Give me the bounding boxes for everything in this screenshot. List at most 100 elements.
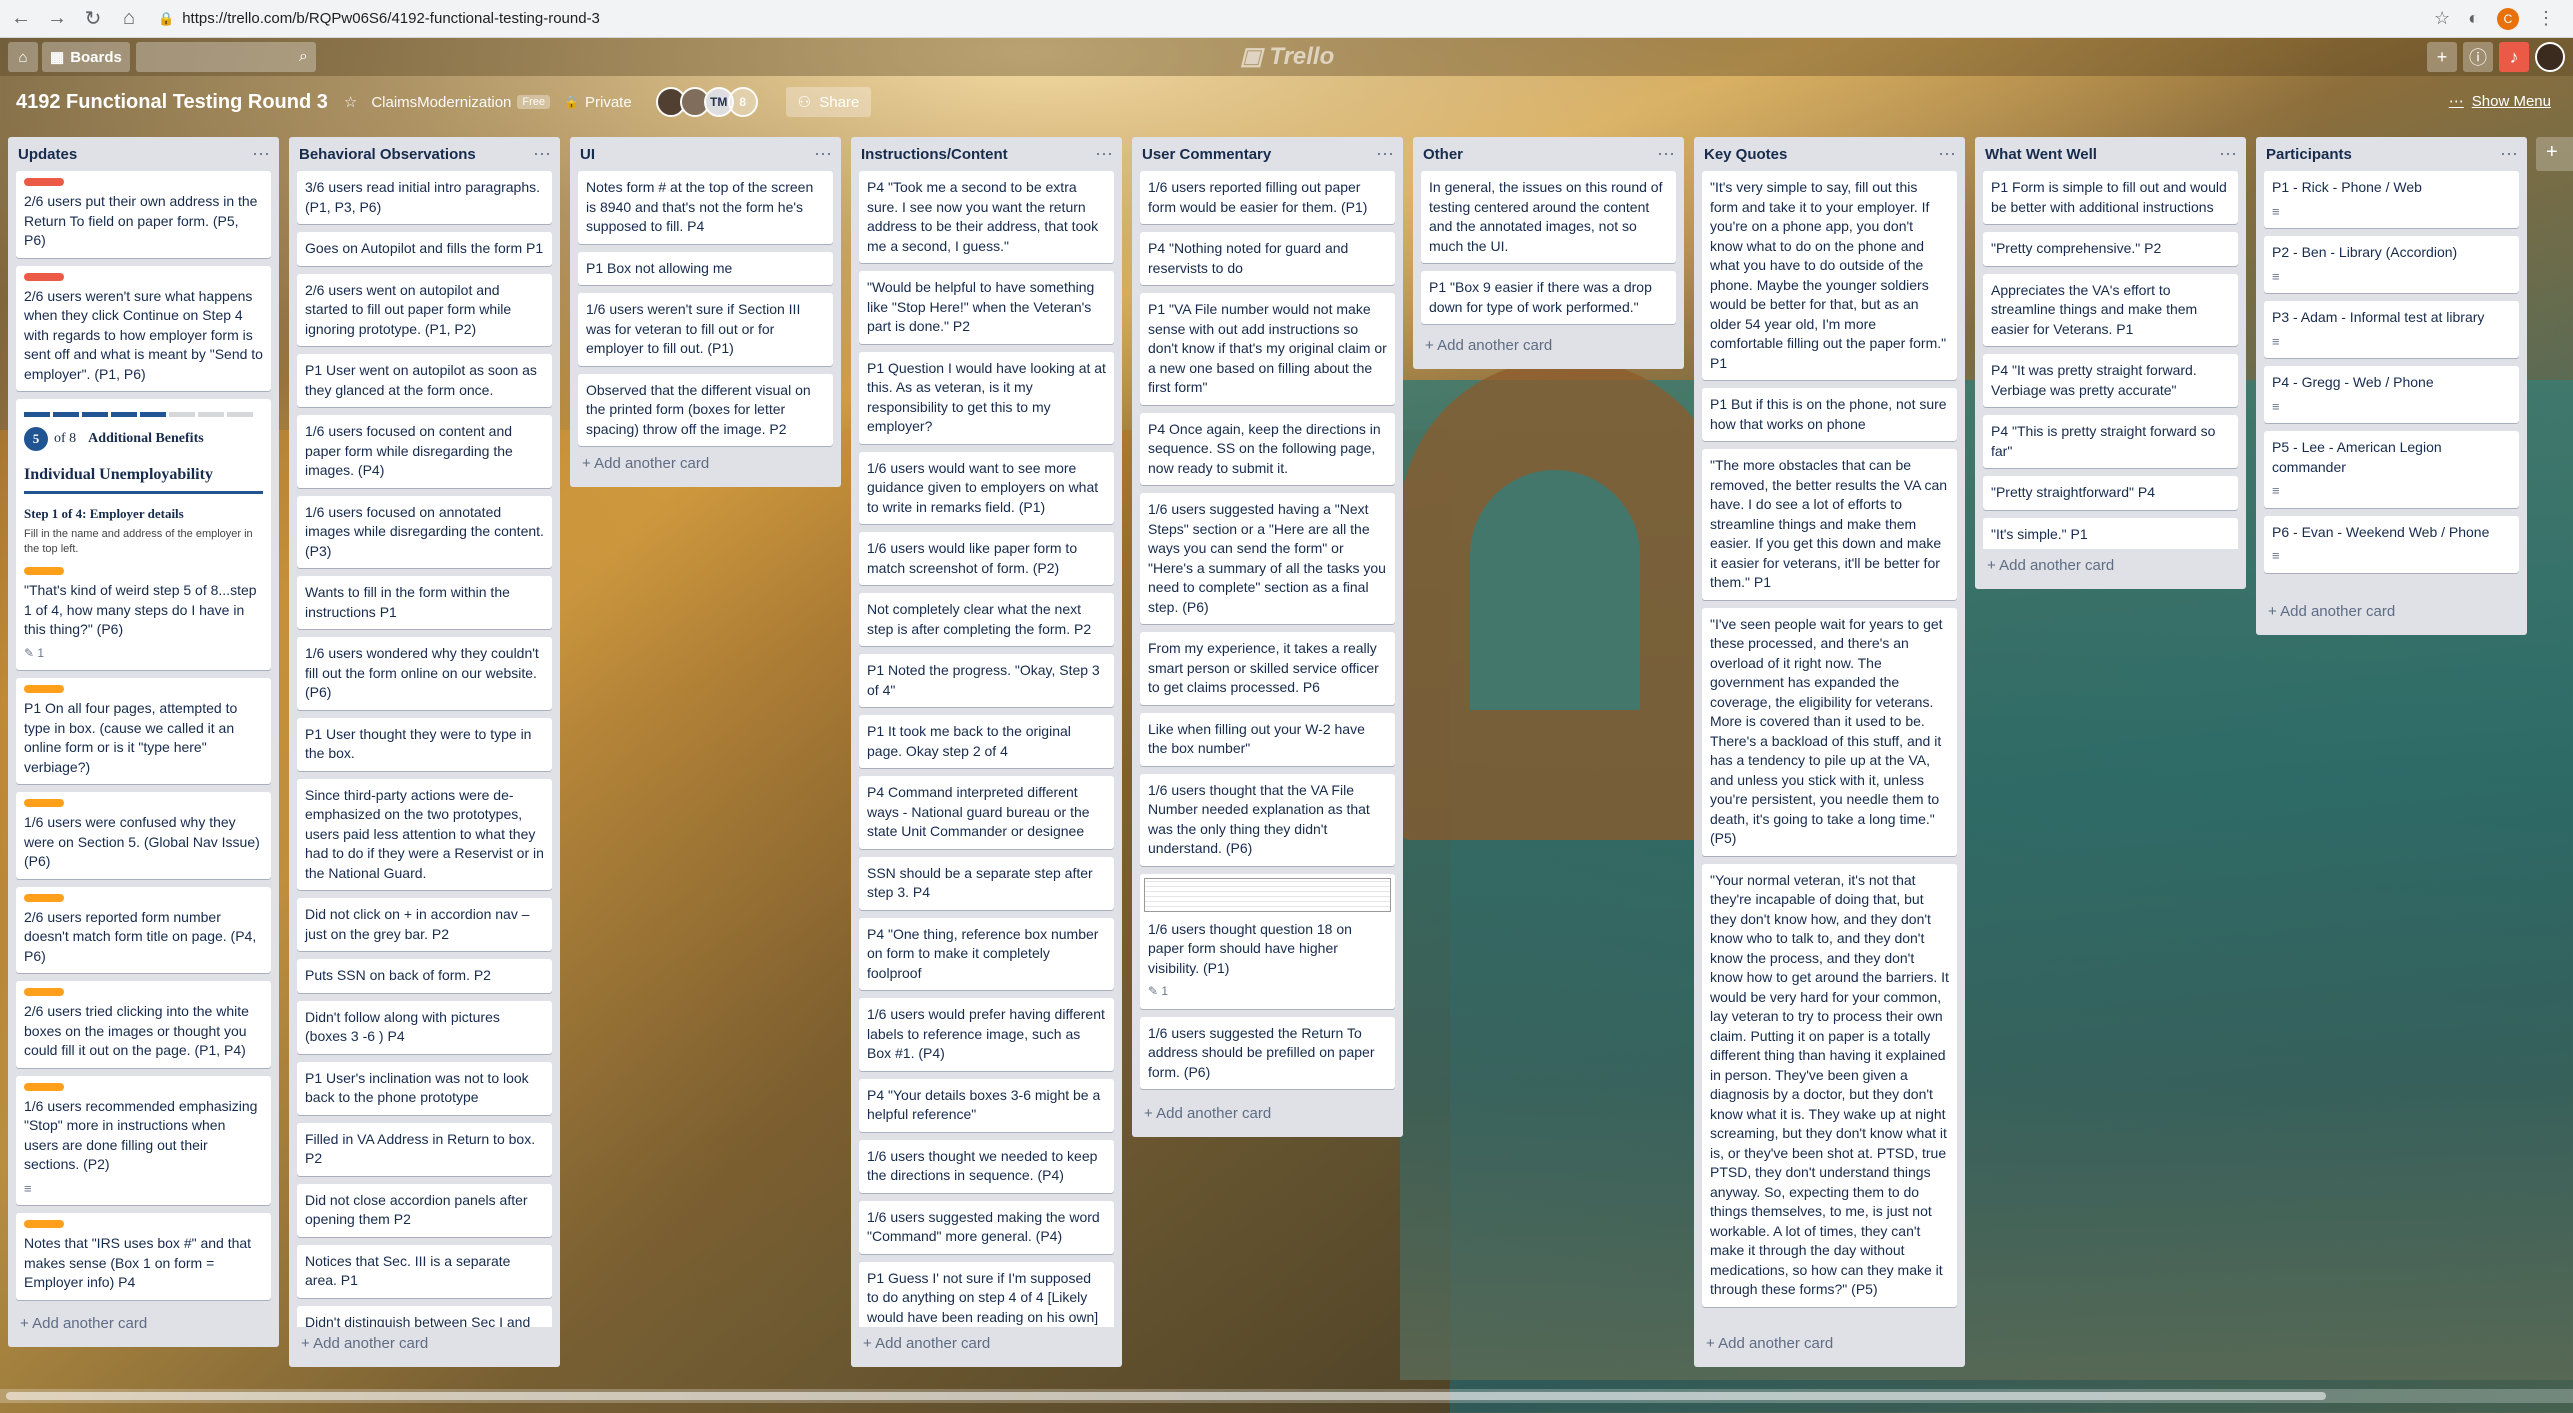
card[interactable]: 2/6 users put their own address in the R… xyxy=(16,171,271,258)
list-title[interactable]: User Commentary xyxy=(1140,146,1271,163)
share-button[interactable]: ⚇ Share xyxy=(785,87,872,117)
card[interactable]: "Pretty comprehensive." P2 xyxy=(1983,232,2238,266)
card[interactable]: 1/6 users focused on annotated images wh… xyxy=(297,495,552,568)
avatar[interactable] xyxy=(2535,42,2565,72)
card[interactable]: P1 Guess I' not sure if I'm supposed to … xyxy=(859,1261,1114,1327)
card[interactable]: Notices that Sec. III is a separate area… xyxy=(297,1244,552,1298)
browser-menu-icon[interactable]: ⋮ xyxy=(2537,8,2555,29)
card[interactable]: P1 Noted the progress. "Okay, Step 3 of … xyxy=(859,654,1114,707)
show-menu-button[interactable]: ⋯ Show Menu xyxy=(2449,92,2551,110)
list-title[interactable]: Participants xyxy=(2264,146,2352,163)
card[interactable]: P1 User thought they were to type in the… xyxy=(297,717,552,771)
card[interactable]: P1 User went on autopilot as soon as the… xyxy=(297,354,552,407)
list-menu-icon[interactable]: ⋯ xyxy=(1657,144,1676,165)
card[interactable]: Notes that "IRS uses box #" and that mak… xyxy=(16,1213,271,1300)
home-button[interactable]: ⌂ xyxy=(8,42,38,72)
card[interactable]: 2/6 users tried clicking into the white … xyxy=(16,981,271,1068)
list-title[interactable]: Other xyxy=(1421,146,1463,163)
card[interactable]: 1/6 users would prefer having different … xyxy=(859,998,1114,1071)
address-bar[interactable]: 🔒 https://trello.com/b/RQPw06S6/4192-fun… xyxy=(158,4,2434,34)
card[interactable]: SSN should be a separate step after step… xyxy=(859,856,1114,910)
card[interactable]: P1 User's inclination was not to look ba… xyxy=(297,1061,552,1115)
list-menu-icon[interactable]: ⋯ xyxy=(533,144,552,165)
card[interactable]: P4 "Your details boxes 3-6 might be a he… xyxy=(859,1078,1114,1132)
card[interactable]: Goes on Autopilot and fills the form P1 xyxy=(297,232,552,266)
card[interactable]: 1/6 users thought that the VA File Numbe… xyxy=(1140,773,1395,866)
add-card-button[interactable]: + Add another card xyxy=(297,1327,552,1362)
card[interactable]: 2/6 users went on autopilot and started … xyxy=(297,273,552,346)
card[interactable]: Appreciates the VA's effort to streamlin… xyxy=(1983,273,2238,346)
card[interactable]: 1/6 users would like paper form to match… xyxy=(859,532,1114,585)
info-icon[interactable]: ⓘ xyxy=(2463,42,2493,72)
list-title[interactable]: Updates xyxy=(16,146,77,163)
card[interactable]: Didn't follow along with pictures (boxes… xyxy=(297,1000,552,1054)
card[interactable]: Wants to fill in the form within the ins… xyxy=(297,576,552,629)
card[interactable]: Observed that the different visual on th… xyxy=(578,373,833,446)
scrollbar-thumb[interactable] xyxy=(6,1392,2326,1400)
card[interactable]: "Pretty straightforward" P4 xyxy=(1983,476,2238,510)
card[interactable]: Filled in VA Address in Return to box. P… xyxy=(297,1122,552,1176)
card[interactable]: P4 "This is pretty straight forward so f… xyxy=(1983,415,2238,468)
card[interactable]: "The more obstacles that can be removed,… xyxy=(1702,449,1957,600)
card[interactable]: 2/6 users reported form number doesn't m… xyxy=(16,886,271,973)
card[interactable]: P1 Form is simple to fill out and would … xyxy=(1983,171,2238,224)
card-label-red[interactable] xyxy=(24,272,64,281)
card[interactable]: P4 - Gregg - Web / Phone ≡ xyxy=(2264,366,2519,423)
card[interactable]: Since third-party actions were de-emphas… xyxy=(297,778,552,890)
search-input[interactable]: ⌕ xyxy=(135,42,316,72)
card[interactable]: "I've seen people wait for years to get … xyxy=(1702,607,1957,856)
card[interactable]: 1/6 users suggested having a "Next Steps… xyxy=(1140,493,1395,624)
card[interactable]: "It's very simple to say, fill out this … xyxy=(1702,171,1957,380)
card[interactable]: P1 Box not allowing me xyxy=(578,251,833,285)
list-title[interactable]: UI xyxy=(578,146,595,163)
forward-icon[interactable]: → xyxy=(42,4,72,34)
card-label-orange[interactable] xyxy=(24,1082,64,1091)
card[interactable]: "Your normal veteran, it's not that they… xyxy=(1702,863,1957,1307)
card[interactable]: Didn't distinguish between Sec I and xyxy=(297,1305,552,1327)
card[interactable]: Did not close accordion panels after ope… xyxy=(297,1183,552,1237)
card[interactable]: P1 "VA File number would not make sense … xyxy=(1140,293,1395,405)
profile-extension-icon[interactable]: C xyxy=(2497,7,2519,30)
card[interactable]: Like when filling out your W-2 have the … xyxy=(1140,712,1395,766)
card[interactable]: 1/6 users suggested the Return To addres… xyxy=(1140,1016,1395,1089)
card[interactable]: 1/6 users reported filling out paper for… xyxy=(1140,171,1395,224)
card[interactable]: P4 Once again, keep the directions in se… xyxy=(1140,412,1395,485)
list-menu-icon[interactable]: ⋯ xyxy=(2500,144,2519,165)
list-menu-icon[interactable]: ⋯ xyxy=(1376,144,1395,165)
add-list-button[interactable]: + xyxy=(2536,137,2573,171)
card[interactable]: P5 - Lee - American Legion commander ≡ xyxy=(2264,431,2519,508)
card-label-orange[interactable] xyxy=(24,988,64,996)
list-menu-icon[interactable]: ⋯ xyxy=(252,144,271,165)
card[interactable]: Puts SSN on back of form. P2 xyxy=(297,959,552,993)
card[interactable]: P1 On all four pages, attempted to type … xyxy=(16,678,271,784)
add-card-button[interactable]: + Add another card xyxy=(578,447,833,482)
list-menu-icon[interactable]: ⋯ xyxy=(2219,144,2238,165)
card[interactable]: P1 It took me back to the original page.… xyxy=(859,715,1114,768)
list-title[interactable]: Behavioral Observations xyxy=(297,146,476,163)
card[interactable]: 1/6 users weren't sure if Section III wa… xyxy=(578,293,833,366)
card[interactable]: "Would be helpful to have something like… xyxy=(859,271,1114,344)
card-label-orange[interactable] xyxy=(24,799,64,807)
list-menu-icon[interactable]: ⋯ xyxy=(814,144,833,165)
card-label-orange[interactable] xyxy=(24,1220,64,1228)
list-title[interactable]: Key Quotes xyxy=(1702,146,1787,163)
card-label-orange[interactable] xyxy=(24,567,64,575)
reload-icon[interactable]: ↻ xyxy=(78,4,108,34)
card[interactable]: 1/6 users thought we needed to keep the … xyxy=(859,1139,1114,1193)
search-icon[interactable]: ⌕ xyxy=(299,48,308,66)
card[interactable]: P4 "One thing, reference box number on f… xyxy=(859,917,1114,990)
trello-logo[interactable]: ▣ Trello xyxy=(1240,42,1334,71)
visibility-button[interactable]: 🔒 Private xyxy=(564,94,632,111)
card[interactable]: 1/6 users would want to see more guidanc… xyxy=(859,451,1114,524)
card[interactable]: Not completely clear what the next step … xyxy=(859,593,1114,646)
card[interactable]: 1/6 users recommended emphasizing "Stop"… xyxy=(16,1075,271,1205)
card-label-orange[interactable] xyxy=(24,685,64,693)
card[interactable]: P4 "Nothing noted for guard and reservis… xyxy=(1140,232,1395,285)
board-title[interactable]: 4192 Functional Testing Round 3 xyxy=(16,91,328,114)
card[interactable]: From my experience, it takes a really sm… xyxy=(1140,632,1395,705)
card[interactable]: P3 - Adam - Informal test at library ≡ xyxy=(2264,301,2519,358)
notifications-bell-icon[interactable]: ♪ xyxy=(2499,42,2529,72)
list-menu-icon[interactable]: ⋯ xyxy=(1938,144,1957,165)
card[interactable]: P4 "Took me a second to be extra sure. I… xyxy=(859,171,1114,263)
card[interactable]: 1/6 users were confused why they were on… xyxy=(16,792,271,879)
